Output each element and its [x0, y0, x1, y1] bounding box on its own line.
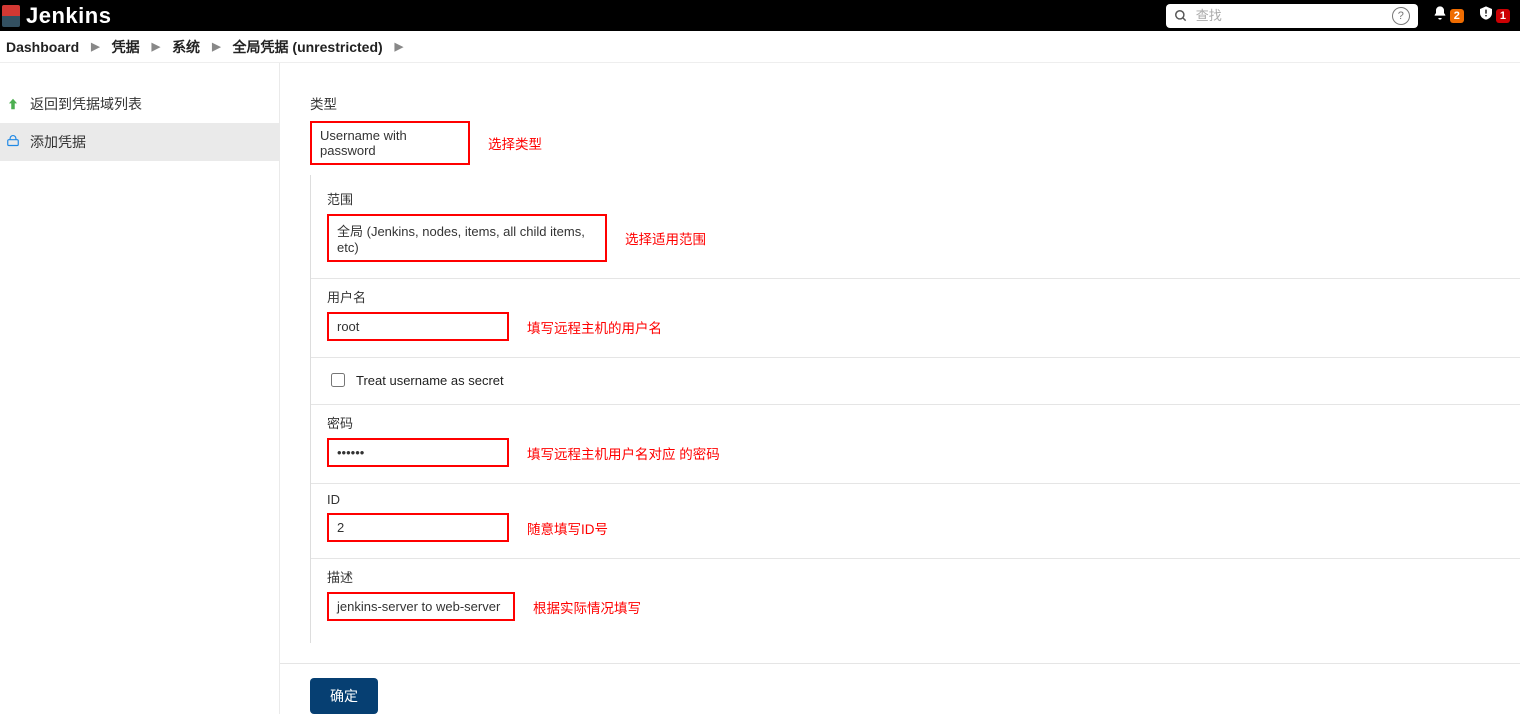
username-note: 填写远程主机的用户名 [527, 317, 662, 337]
sidebar-item-label: 返回到凭据域列表 [30, 94, 142, 114]
description-label: 描述 [327, 567, 1520, 586]
ok-label: 确定 [330, 688, 358, 704]
username-input[interactable]: root [327, 312, 509, 341]
breadcrumb-item-credentials[interactable]: 凭据 [106, 37, 146, 57]
top-header: Jenkins ? 2 1 [0, 0, 1520, 31]
help-icon[interactable]: ? [1392, 7, 1410, 25]
password-note: 填写远程主机用户名对应 的密码 [527, 443, 720, 463]
sidebar-item-label: 添加凭据 [30, 132, 86, 152]
username-value: root [337, 319, 359, 334]
logo[interactable]: Jenkins [0, 3, 111, 29]
jenkins-icon [2, 5, 20, 27]
divider [280, 663, 1520, 664]
sidebar-item-add-credential[interactable]: 添加凭据 [0, 123, 279, 161]
id-input[interactable]: 2 [327, 513, 509, 542]
alert-badge: 1 [1496, 9, 1510, 23]
chevron-right-icon: ▶ [206, 40, 226, 53]
breadcrumb-item-global[interactable]: 全局凭据 (unrestricted) [227, 37, 389, 57]
search-icon [1174, 9, 1188, 23]
password-label: 密码 [327, 413, 1520, 432]
notifications[interactable]: 2 [1432, 5, 1464, 26]
alerts[interactable]: 1 [1478, 5, 1510, 26]
breadcrumb-item-system[interactable]: 系统 [166, 37, 206, 57]
bell-icon [1432, 5, 1448, 26]
sidebar-item-back[interactable]: 返回到凭据域列表 [0, 85, 279, 123]
breadcrumb: Dashboard ▶ 凭据 ▶ 系统 ▶ 全局凭据 (unrestricted… [0, 31, 1520, 63]
id-label: ID [327, 492, 1520, 507]
description-note: 根据实际情况填写 [533, 597, 641, 617]
notif-badge: 2 [1450, 9, 1464, 23]
main-content: 类型 Username with password 选择类型 范围 全局 (Je… [280, 63, 1520, 714]
type-select[interactable]: Username with password [310, 121, 470, 165]
id-note: 随意填写ID号 [527, 518, 608, 538]
treat-secret-label: Treat username as secret [356, 373, 504, 388]
type-note: 选择类型 [488, 133, 542, 153]
chevron-right-icon: ▶ [85, 40, 105, 53]
scope-note: 选择适用范围 [625, 228, 706, 248]
scope-label: 范围 [327, 189, 1520, 208]
shield-icon [1478, 5, 1494, 26]
id-value: 2 [337, 520, 344, 535]
type-value: Username with password [320, 128, 460, 158]
sidebar: 返回到凭据域列表 添加凭据 [0, 63, 280, 714]
description-input[interactable]: jenkins-server to web-server [327, 592, 515, 621]
treat-secret-checkbox[interactable] [331, 373, 345, 387]
search-input[interactable] [1194, 7, 1386, 24]
description-value: jenkins-server to web-server [337, 599, 500, 614]
password-value: •••••• [337, 445, 364, 460]
credentials-icon [6, 135, 20, 149]
arrow-up-icon [6, 97, 20, 111]
logo-text: Jenkins [26, 3, 111, 29]
breadcrumb-item-dashboard[interactable]: Dashboard [0, 39, 85, 55]
chevron-right-icon: ▶ [389, 40, 409, 53]
username-label: 用户名 [327, 287, 1520, 306]
type-label: 类型 [310, 93, 1520, 113]
ok-button[interactable]: 确定 [310, 678, 378, 714]
chevron-right-icon: ▶ [146, 40, 166, 53]
scope-select[interactable]: 全局 (Jenkins, nodes, items, all child ite… [327, 214, 607, 262]
password-input[interactable]: •••••• [327, 438, 509, 467]
search-box[interactable]: ? [1166, 4, 1418, 28]
scope-value: 全局 (Jenkins, nodes, items, all child ite… [337, 221, 597, 255]
